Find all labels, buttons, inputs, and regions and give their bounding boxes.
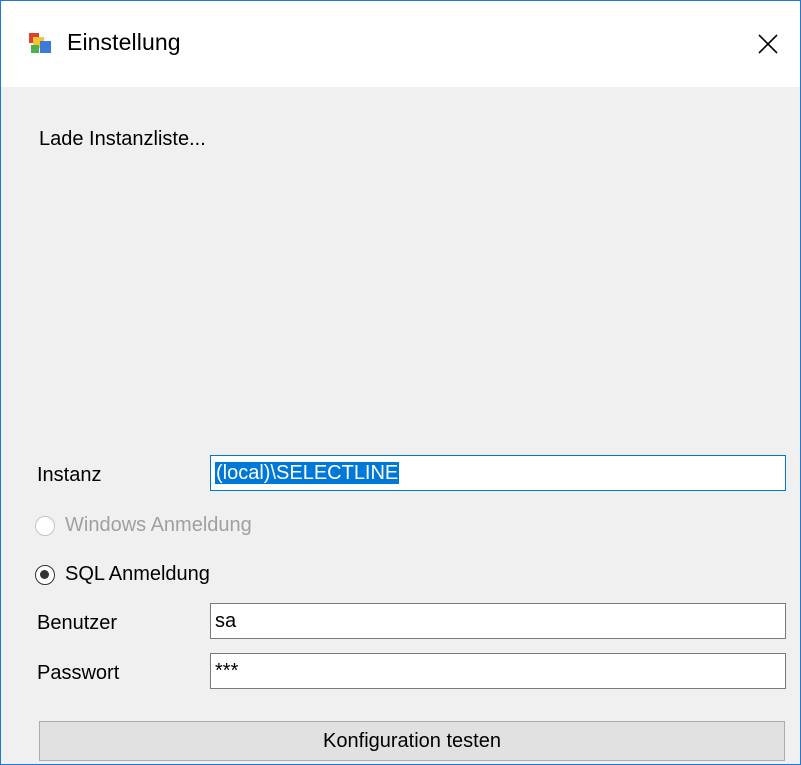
user-value: sa — [215, 610, 237, 632]
instance-value: (local)\SELECTLINE — [215, 462, 400, 484]
password-input[interactable]: *** — [210, 653, 786, 689]
password-label: Passwort — [37, 662, 120, 684]
radio-selected-dot — [40, 569, 49, 579]
settings-window: Einstellung Lade Instanzliste... Instanz… — [0, 0, 801, 765]
instance-input[interactable]: (local)\SELECTLINE — [210, 455, 786, 491]
instance-label: Instanz — [37, 464, 102, 486]
title-bar[interactable]: Einstellung — [1, 1, 800, 87]
close-icon — [758, 34, 778, 54]
sql-auth-option[interactable]: SQL Anmeldung — [35, 563, 210, 586]
user-input[interactable]: sa — [210, 603, 786, 639]
close-button[interactable] — [736, 1, 800, 87]
app-settings-icon — [29, 33, 51, 53]
dialog-content: Lade Instanzliste... Instanz (local)\SEL… — [1, 87, 800, 764]
sql-auth-label: SQL Anmeldung — [65, 563, 210, 585]
test-configuration-button[interactable]: Konfiguration testen — [39, 721, 785, 761]
window-title: Einstellung — [67, 29, 181, 55]
windows-auth-option[interactable]: Windows Anmeldung — [35, 514, 252, 537]
status-text: Lade Instanzliste... — [39, 128, 206, 150]
password-value: *** — [215, 660, 239, 682]
windows-auth-label: Windows Anmeldung — [65, 514, 252, 536]
windows-auth-radio[interactable] — [35, 515, 55, 536]
sql-auth-radio[interactable] — [35, 564, 55, 585]
user-label: Benutzer — [37, 612, 118, 634]
